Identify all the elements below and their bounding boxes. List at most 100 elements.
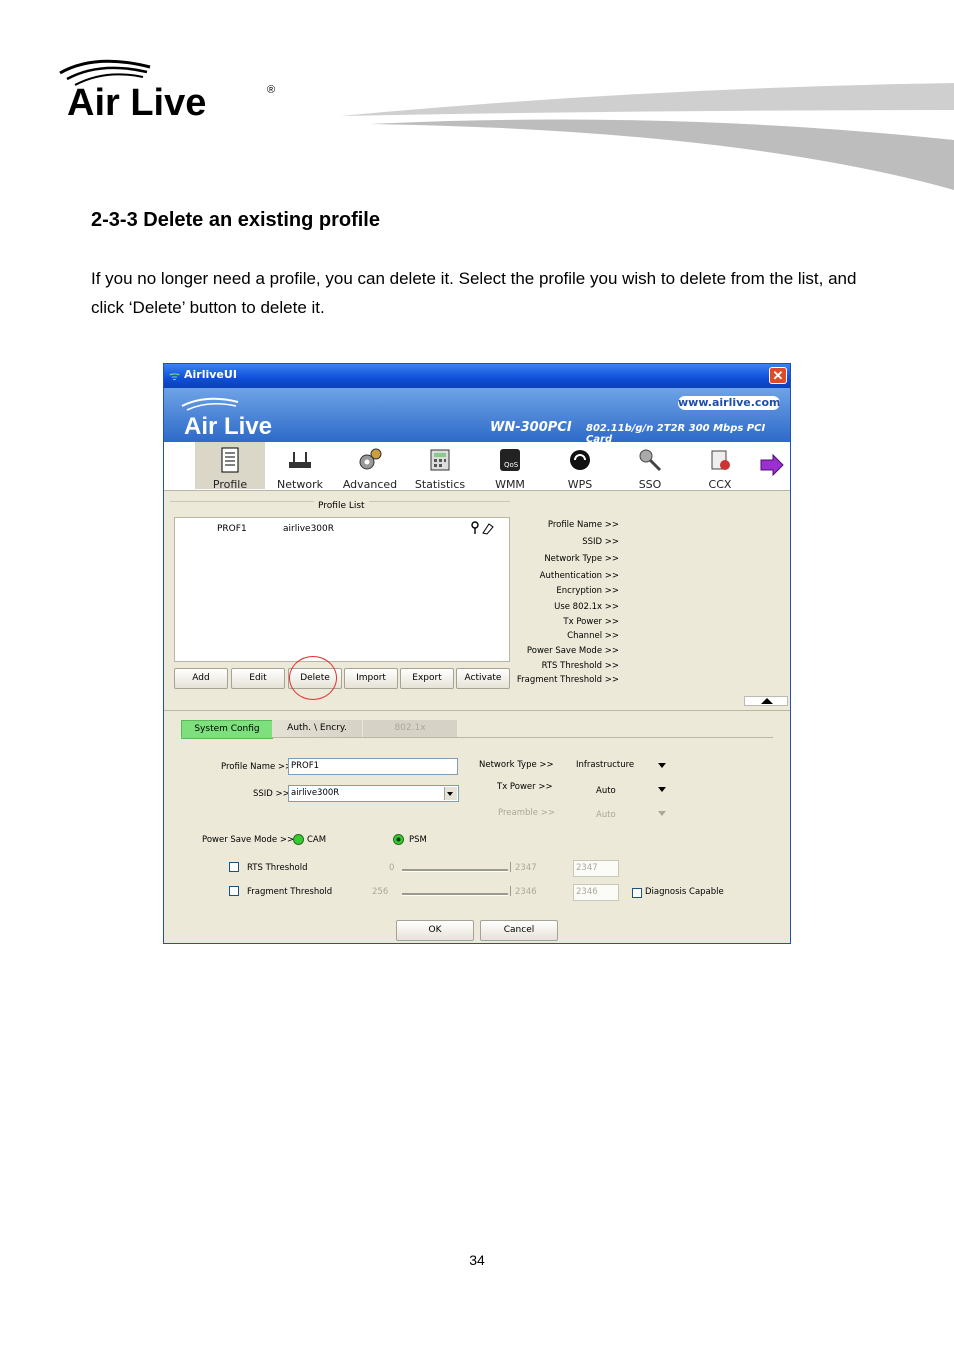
rts-threshold-input[interactable]: 2347 bbox=[573, 860, 619, 877]
section-heading: 2-3-3 Delete an existing profile bbox=[91, 209, 380, 231]
tab-auth-encry[interactable]: Auth. \ Encry. bbox=[272, 720, 362, 737]
banner-airlive-logo: Air Live bbox=[181, 397, 272, 438]
cancel-button[interactable]: Cancel bbox=[480, 920, 558, 941]
add-button[interactable]: Add bbox=[174, 668, 228, 689]
toolbar-wps[interactable]: WPS bbox=[545, 442, 615, 491]
chevron-down-icon[interactable] bbox=[658, 787, 666, 792]
website-link[interactable]: www.airlive.com bbox=[678, 396, 780, 410]
frag-slider-track[interactable] bbox=[402, 893, 508, 896]
info-profile-name: Profile Name >> bbox=[547, 520, 619, 530]
model-name: WN-300PCI bbox=[490, 420, 572, 435]
info-tx-power: Tx Power >> bbox=[563, 617, 619, 627]
close-button[interactable]: ✕ bbox=[769, 367, 787, 384]
svg-text:®: ® bbox=[267, 84, 275, 96]
svg-text:Air Live: Air Live bbox=[67, 82, 206, 124]
tab-underline bbox=[181, 737, 773, 738]
info-fragment-threshold: Fragment Threshold >> bbox=[516, 675, 619, 685]
rts-min-label: 0 bbox=[389, 863, 395, 873]
tx-power-label: Tx Power >> bbox=[497, 782, 553, 792]
cam-label: CAM bbox=[307, 835, 327, 845]
info-power-save-mode: Power Save Mode >> bbox=[526, 646, 619, 656]
airlive-logo: Air Live ® bbox=[59, 59, 275, 124]
frag-slider-thumb[interactable] bbox=[507, 886, 511, 896]
profile-name-label: Profile Name >> bbox=[221, 762, 293, 772]
next-page-arrow-icon[interactable] bbox=[759, 452, 785, 478]
frag-min-label: 256 bbox=[372, 887, 389, 897]
edit-button[interactable]: Edit bbox=[231, 668, 285, 689]
toolbar-advanced[interactable]: Advanced bbox=[335, 442, 405, 491]
section-divider bbox=[164, 710, 790, 711]
profile-ssid-cell: airlive300R bbox=[283, 524, 335, 534]
toolbar-wmm[interactable]: QoS WMM bbox=[475, 442, 545, 491]
toolbar-label: Profile bbox=[212, 478, 248, 491]
fragment-threshold-input[interactable]: 2346 bbox=[573, 884, 619, 901]
toolbar-label: CCX bbox=[708, 478, 732, 491]
advanced-icon bbox=[359, 448, 382, 470]
rts-slider-track[interactable] bbox=[402, 869, 508, 872]
profile-name-input[interactable]: PROF1 bbox=[288, 758, 458, 775]
activate-button[interactable]: Activate bbox=[456, 668, 510, 689]
fragment-threshold-label: Fragment Threshold bbox=[247, 887, 333, 897]
page-number: 34 bbox=[469, 1252, 485, 1268]
power-save-mode-label: Power Save Mode >> bbox=[202, 835, 295, 845]
ccx-icon bbox=[711, 450, 730, 470]
chevron-down-icon bbox=[447, 792, 453, 796]
collapse-arrow-icon bbox=[761, 698, 773, 704]
security-key-icon bbox=[471, 521, 494, 535]
main-toolbar: Profile Network Advanced Statistics QoS … bbox=[164, 442, 790, 491]
info-rts-threshold: RTS Threshold >> bbox=[541, 661, 619, 671]
brand-banner: Air Live www.airlive.com WN-300PCI 802.1… bbox=[164, 388, 790, 445]
info-authentication: Authentication >> bbox=[539, 571, 619, 581]
export-button[interactable]: Export bbox=[400, 668, 454, 689]
toolbar-sso[interactable]: SSO bbox=[615, 442, 685, 491]
info-ssid: SSID >> bbox=[582, 537, 619, 547]
toolbar-label: Network bbox=[277, 478, 323, 491]
highlight-circle bbox=[289, 656, 337, 700]
psm-radio[interactable] bbox=[393, 834, 404, 845]
diagnosis-capable-label: Diagnosis Capable bbox=[645, 887, 724, 897]
toolbar-label: WPS bbox=[567, 478, 593, 491]
toolbar-ccx[interactable]: CCX bbox=[685, 442, 755, 491]
table-row[interactable]: PROF1 airlive300R bbox=[175, 518, 509, 538]
profile-icon bbox=[221, 447, 239, 473]
header-swoosh bbox=[340, 83, 954, 190]
ssid-dropdown-button[interactable] bbox=[444, 787, 457, 800]
tab-8021x[interactable]: 802.1x bbox=[363, 720, 457, 737]
toolbar-statistics[interactable]: Statistics bbox=[405, 442, 475, 491]
wps-icon bbox=[570, 450, 590, 470]
info-channel: Channel >> bbox=[567, 631, 619, 641]
tx-power-value[interactable]: Auto bbox=[596, 786, 616, 796]
toolbar-label: WMM bbox=[495, 478, 525, 491]
import-button[interactable]: Import bbox=[344, 668, 398, 689]
chevron-down-icon[interactable] bbox=[658, 763, 666, 768]
toolbar-profile[interactable]: Profile bbox=[195, 442, 265, 491]
section-body: If you no longer need a profile, you can… bbox=[91, 269, 857, 317]
collapse-button[interactable] bbox=[744, 696, 788, 706]
close-icon: ✕ bbox=[772, 368, 784, 383]
toolbar-label: Statistics bbox=[414, 478, 466, 491]
title-bar[interactable]: ᯤ AirliveUI ✕ bbox=[164, 364, 790, 388]
airlive-window: ᯤ AirliveUI ✕ Air Live www.airlive.com W… bbox=[163, 363, 791, 944]
preamble-value: Auto bbox=[596, 810, 616, 820]
rts-threshold-checkbox[interactable] bbox=[229, 862, 239, 872]
network-type-label: Network Type >> bbox=[479, 760, 554, 770]
diagnosis-capable-checkbox[interactable] bbox=[632, 888, 642, 898]
profile-list[interactable]: PROF1 airlive300R bbox=[174, 517, 510, 662]
rts-threshold-label: RTS Threshold bbox=[247, 863, 308, 873]
cam-radio[interactable] bbox=[293, 834, 304, 845]
toolbar-network[interactable]: Network bbox=[265, 442, 335, 491]
profile-name-cell: PROF1 bbox=[217, 524, 247, 534]
network-type-value[interactable]: Infrastructure bbox=[576, 760, 634, 770]
rts-slider-thumb[interactable] bbox=[507, 862, 511, 872]
ssid-combo[interactable]: airlive300R bbox=[288, 785, 459, 802]
ok-button[interactable]: OK bbox=[396, 920, 474, 941]
preamble-label: Preamble >> bbox=[498, 808, 555, 818]
svg-text:Air Live: Air Live bbox=[184, 413, 272, 438]
profile-list-title: Profile List bbox=[314, 501, 369, 511]
svg-text:QoS: QoS bbox=[504, 461, 519, 469]
wmm-icon: QoS bbox=[500, 449, 520, 471]
fragment-threshold-checkbox[interactable] bbox=[229, 886, 239, 896]
info-network-type: Network Type >> bbox=[544, 554, 619, 564]
info-encryption: Encryption >> bbox=[556, 586, 619, 596]
network-icon bbox=[289, 452, 311, 468]
